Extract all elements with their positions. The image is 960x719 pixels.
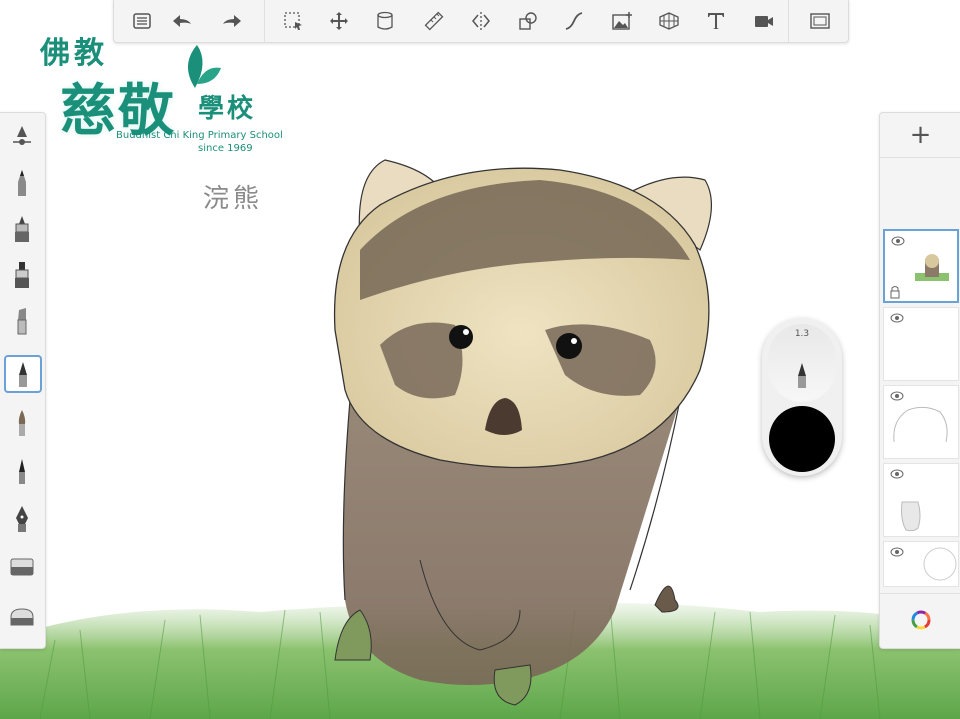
- current-color-swatch[interactable]: [769, 406, 835, 472]
- add-layer-button[interactable]: +: [880, 113, 960, 158]
- logo-english-name: Buddhist Chi King Primary School: [116, 130, 283, 141]
- ruler-icon[interactable]: [420, 7, 448, 35]
- undo-icon[interactable]: [168, 7, 196, 35]
- top-toolbar: [113, 0, 849, 43]
- shapes-icon[interactable]: [514, 7, 542, 35]
- airbrush-icon[interactable]: [4, 211, 40, 247]
- fullscreen-icon[interactable]: [806, 7, 834, 35]
- marker-brush-icon[interactable]: [4, 257, 40, 293]
- logo-since: since 1969: [198, 143, 253, 154]
- text-icon[interactable]: [702, 7, 730, 35]
- color-wheel-icon: [911, 610, 930, 630]
- pen-brush-icon: [798, 363, 806, 388]
- brush-puck[interactable]: 1.3: [762, 318, 842, 476]
- layer-lock-icon[interactable]: [889, 285, 901, 299]
- brush-size-value: 1.3: [794, 329, 810, 339]
- curve-icon[interactable]: [560, 7, 588, 35]
- eye-icon[interactable]: [891, 236, 905, 246]
- layer-1[interactable]: [883, 229, 959, 303]
- perspective-icon[interactable]: [655, 7, 683, 35]
- record-icon[interactable]: [750, 7, 778, 35]
- selection-icon[interactable]: [279, 7, 307, 35]
- ink-pen-icon[interactable]: [4, 501, 40, 537]
- layer-thumbnail: [893, 406, 948, 443]
- logo-text-school: 學校: [198, 94, 257, 124]
- layer-5[interactable]: [883, 541, 959, 587]
- layer-2[interactable]: [883, 307, 959, 381]
- symmetry-icon[interactable]: [467, 7, 495, 35]
- color-wheel-button[interactable]: [880, 593, 960, 646]
- leaf-icon: [187, 45, 221, 88]
- layer-thumbnail: [915, 254, 949, 281]
- paintbrush-icon[interactable]: [4, 405, 40, 441]
- pen-brush-icon[interactable]: [4, 355, 42, 393]
- layers-panel: +: [879, 112, 960, 649]
- eye-icon[interactable]: [890, 391, 904, 401]
- redo-icon[interactable]: [218, 7, 246, 35]
- eye-icon[interactable]: [890, 469, 904, 479]
- handwritten-label: 浣熊: [203, 184, 264, 214]
- transform-icon[interactable]: [325, 7, 353, 35]
- fine-brush-icon[interactable]: [4, 453, 40, 489]
- soft-eraser-icon[interactable]: [4, 599, 40, 635]
- layer-thumbnail: [901, 501, 921, 532]
- image-icon[interactable]: [608, 7, 636, 35]
- eraser-icon[interactable]: [4, 549, 40, 585]
- layer-thumbnail: [923, 547, 957, 581]
- layer-3[interactable]: [883, 385, 959, 459]
- chisel-brush-icon[interactable]: [4, 303, 40, 339]
- canvas-icon[interactable]: [371, 7, 399, 35]
- pencil-brush-icon[interactable]: [4, 165, 40, 201]
- list-icon[interactable]: [128, 7, 156, 35]
- brush-properties-icon[interactable]: [4, 117, 40, 153]
- brush-palette: [0, 112, 46, 649]
- eye-icon[interactable]: [890, 547, 904, 557]
- layer-4[interactable]: [883, 463, 959, 537]
- eye-icon[interactable]: [890, 313, 904, 323]
